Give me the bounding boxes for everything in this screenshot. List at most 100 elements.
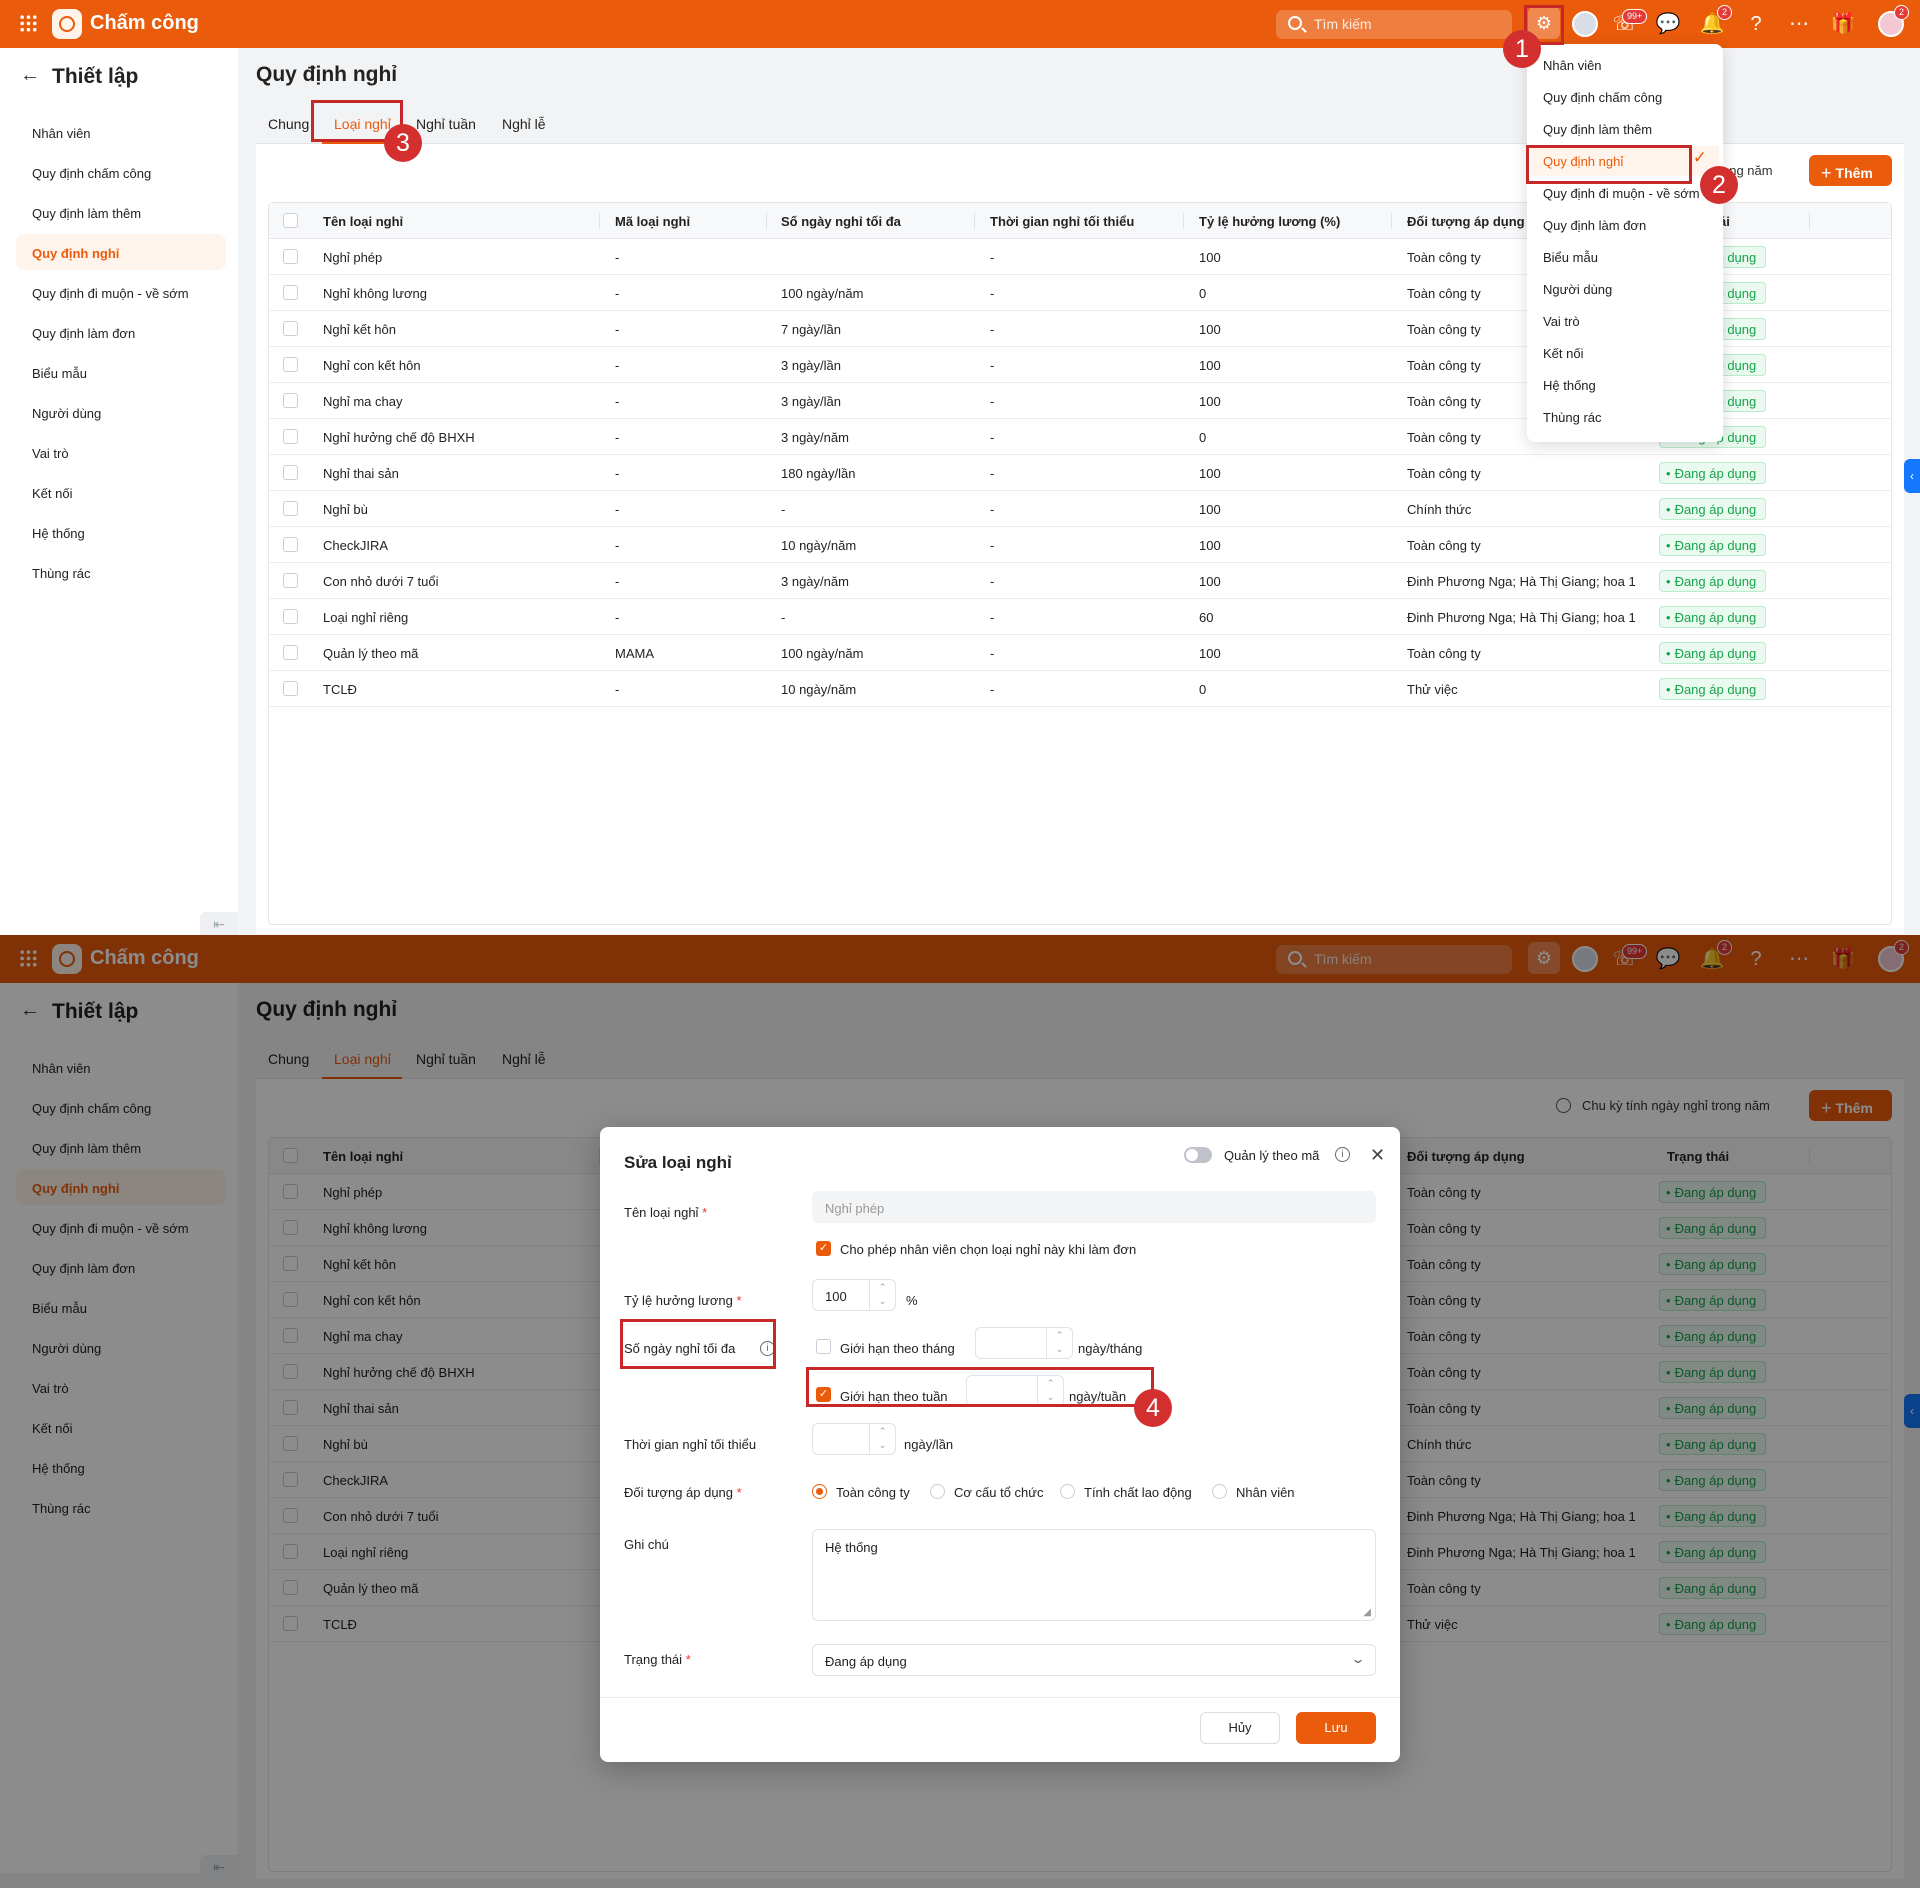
cancel-button[interactable]: Hủy [1200, 1712, 1280, 1744]
info-icon[interactable]: i [1335, 1147, 1350, 1162]
sidebar-item-quy-dinh-cham-cong[interactable]: Quy định chấm công [16, 154, 226, 190]
month-stepper[interactable]: ⌃ ⌄ [1046, 1328, 1072, 1358]
cell-code: - [615, 574, 620, 589]
search-input[interactable]: Tìm kiếm [1276, 10, 1512, 39]
cell-code: - [615, 430, 620, 445]
tab-nghi-tuan[interactable]: Nghỉ tuần [416, 116, 476, 132]
select-all-checkbox[interactable] [283, 213, 298, 228]
user-avatar[interactable] [1572, 11, 1598, 37]
note-textarea[interactable]: Hệ thống ◢ [812, 1529, 1376, 1621]
row-checkbox[interactable] [283, 573, 298, 588]
sidebar-item-ket-noi[interactable]: Kết nối [16, 474, 226, 510]
sidebar-item-nhan-vien[interactable]: Nhân viên [16, 114, 226, 150]
cell-min: - [990, 610, 995, 625]
row-checkbox[interactable] [283, 645, 298, 660]
cell-code: - [615, 538, 620, 553]
add-button[interactable]: + Thêm [1809, 155, 1892, 186]
tab-nghi-le[interactable]: Nghỉ lễ [502, 116, 546, 132]
row-checkbox[interactable] [283, 393, 298, 408]
sidebar-item-he-thong[interactable]: Hệ thống [16, 514, 226, 550]
row-checkbox[interactable] [283, 501, 298, 516]
sidebar-item-quy-dinh-lam-them[interactable]: Quy định làm thêm [16, 194, 226, 230]
gift-icon[interactable]: 🎁 [1830, 11, 1856, 37]
row-checkbox[interactable] [283, 609, 298, 624]
min-time-input[interactable]: ⌃ ⌄ [812, 1423, 896, 1455]
menu-item-thung-rac[interactable]: Thùng rác [1531, 402, 1719, 432]
table-row[interactable]: TCLĐ - 10 ngày/năm - 0 Thử việc Đang áp dụng [269, 671, 1891, 707]
table-row[interactable]: Quản lý theo mã MAMA 100 ngày/năm - 100 Toàn … [269, 635, 1891, 671]
menu-item-nguoi-dung[interactable]: Người dùng [1531, 274, 1719, 304]
help-icon[interactable]: ? [1743, 11, 1769, 37]
sidebar-item-thung-rac[interactable]: Thùng rác [16, 554, 226, 590]
min-stepper[interactable]: ⌃ ⌄ [869, 1424, 895, 1454]
rate-stepper[interactable]: ⌃ ⌄ [869, 1280, 895, 1310]
cell-min: - [990, 286, 995, 301]
table-row[interactable]: Nghỉ bù - - - 100 Chính thức Đang áp dụng [269, 491, 1891, 527]
month-limit-checkbox[interactable] [816, 1339, 831, 1354]
row-checkbox[interactable] [283, 429, 298, 444]
chat-icon[interactable]: 💬 [1655, 11, 1681, 37]
add-button-label: Thêm [1835, 165, 1873, 181]
menu-item-quy-dinh-lam-them[interactable]: Quy định làm thêm [1531, 114, 1719, 144]
menu-item-vai-tro[interactable]: Vai trò [1531, 306, 1719, 336]
cell-max: 3 ngày/năm [781, 574, 849, 589]
row-checkbox[interactable] [283, 321, 298, 336]
month-limit-input[interactable]: ⌃ ⌄ [975, 1327, 1073, 1359]
cell-max: 7 ngày/lần [781, 322, 841, 337]
allow-select-label: Cho phép nhân viên chọn loại nghỉ này kh… [840, 1242, 1137, 1257]
table-row[interactable]: CheckJIRA - 10 ngày/năm - 100 Toàn công ty Đan… [269, 527, 1891, 563]
radio-label: Cơ cấu tổ chức [954, 1485, 1044, 1500]
row-checkbox[interactable] [283, 537, 298, 552]
cell-rate: 100 [1199, 250, 1221, 265]
th-salary-rate: Tỷ lệ hưởng lương (%) [1199, 214, 1341, 229]
cell-target: Toàn công ty [1407, 538, 1481, 553]
save-button[interactable]: Lưu [1296, 1712, 1376, 1744]
rate-input[interactable]: 100 ⌃ ⌄ [812, 1279, 896, 1311]
menu-item-quy-dinh-lam-don[interactable]: Quy định làm đơn [1531, 210, 1719, 240]
table-row[interactable]: Loại nghỉ riêng - - - 60 Đinh Phương Nga; Hà … [269, 599, 1891, 635]
cell-name: Nghỉ kết hôn [323, 322, 396, 337]
cell-code: - [615, 394, 620, 409]
status-select[interactable]: Đang áp dụng ⌄ [812, 1644, 1376, 1676]
more-icon[interactable]: ⋯ [1786, 11, 1812, 37]
side-panel-toggle-icon[interactable]: ‹ [1904, 459, 1920, 493]
row-checkbox[interactable] [283, 465, 298, 480]
table-row[interactable]: Nghỉ thai sản - 180 ngày/lần - 100 Toàn công … [269, 455, 1891, 491]
allow-select-checkbox[interactable]: ✓ [816, 1241, 831, 1256]
radio-toan-cong-ty[interactable] [812, 1484, 827, 1499]
menu-item-he-thong[interactable]: Hệ thống [1531, 370, 1719, 400]
row-checkbox[interactable] [283, 681, 298, 696]
sidebar-item-vai-tro[interactable]: Vai trò [16, 434, 226, 470]
menu-item-bieu-mau[interactable]: Biểu mẫu [1531, 242, 1719, 272]
cell-code: - [615, 358, 620, 373]
row-checkbox[interactable] [283, 249, 298, 264]
sidebar-item-di-muon-ve-som[interactable]: Quy định đi muộn - về sớm [16, 274, 226, 310]
profile-badge: 2 [1894, 5, 1910, 20]
cell-name: Quản lý theo mã [323, 646, 419, 661]
sidebar-item-quy-dinh-lam-don[interactable]: Quy định làm đơn [16, 314, 226, 350]
resize-handle-icon[interactable]: ◢ [1363, 1607, 1371, 1618]
name-field[interactable]: Nghỉ phép [812, 1191, 1376, 1223]
sidebar-item-bieu-mau[interactable]: Biểu mẫu [16, 354, 226, 390]
table-row[interactable]: Con nhỏ dưới 7 tuổi - 3 ngày/năm - 100 Đinh P… [269, 563, 1891, 599]
menu-item-quy-dinh-cham-cong[interactable]: Quy định chấm công [1531, 82, 1719, 112]
cell-max: 10 ngày/năm [781, 538, 857, 553]
radio-tinh-chat-lao-dong[interactable] [1060, 1484, 1075, 1499]
menu-item-ket-noi[interactable]: Kết nối [1531, 338, 1719, 368]
tab-chung[interactable]: Chung [268, 116, 309, 132]
manage-by-code-toggle[interactable] [1184, 1147, 1212, 1163]
row-checkbox[interactable] [283, 285, 298, 300]
close-icon[interactable]: ✕ [1370, 1145, 1385, 1166]
screen-settings-menu-open: Chấm công Tìm kiếm ⚙ ☏ 99+ 💬 🔔 2 ? ⋯ 🎁 2… [0, 0, 1920, 935]
radio-nhan-vien[interactable] [1212, 1484, 1227, 1499]
apps-grid-icon[interactable] [19, 14, 38, 33]
menu-item-nhan-vien[interactable]: Nhân viên [1531, 50, 1719, 80]
sidebar-item-nguoi-dung[interactable]: Người dùng [16, 394, 226, 430]
back-arrow-icon[interactable]: ← [20, 64, 40, 87]
target-label: Đối tượng áp dụng * [624, 1485, 742, 1500]
row-checkbox[interactable] [283, 357, 298, 372]
manage-by-code-label: Quản lý theo mã [1224, 1148, 1320, 1163]
collapse-sidebar-icon[interactable]: ⇤ [200, 912, 238, 935]
radio-co-cau-to-chuc[interactable] [930, 1484, 945, 1499]
sidebar-item-quy-dinh-nghi[interactable]: Quy định nghỉ [16, 234, 226, 270]
